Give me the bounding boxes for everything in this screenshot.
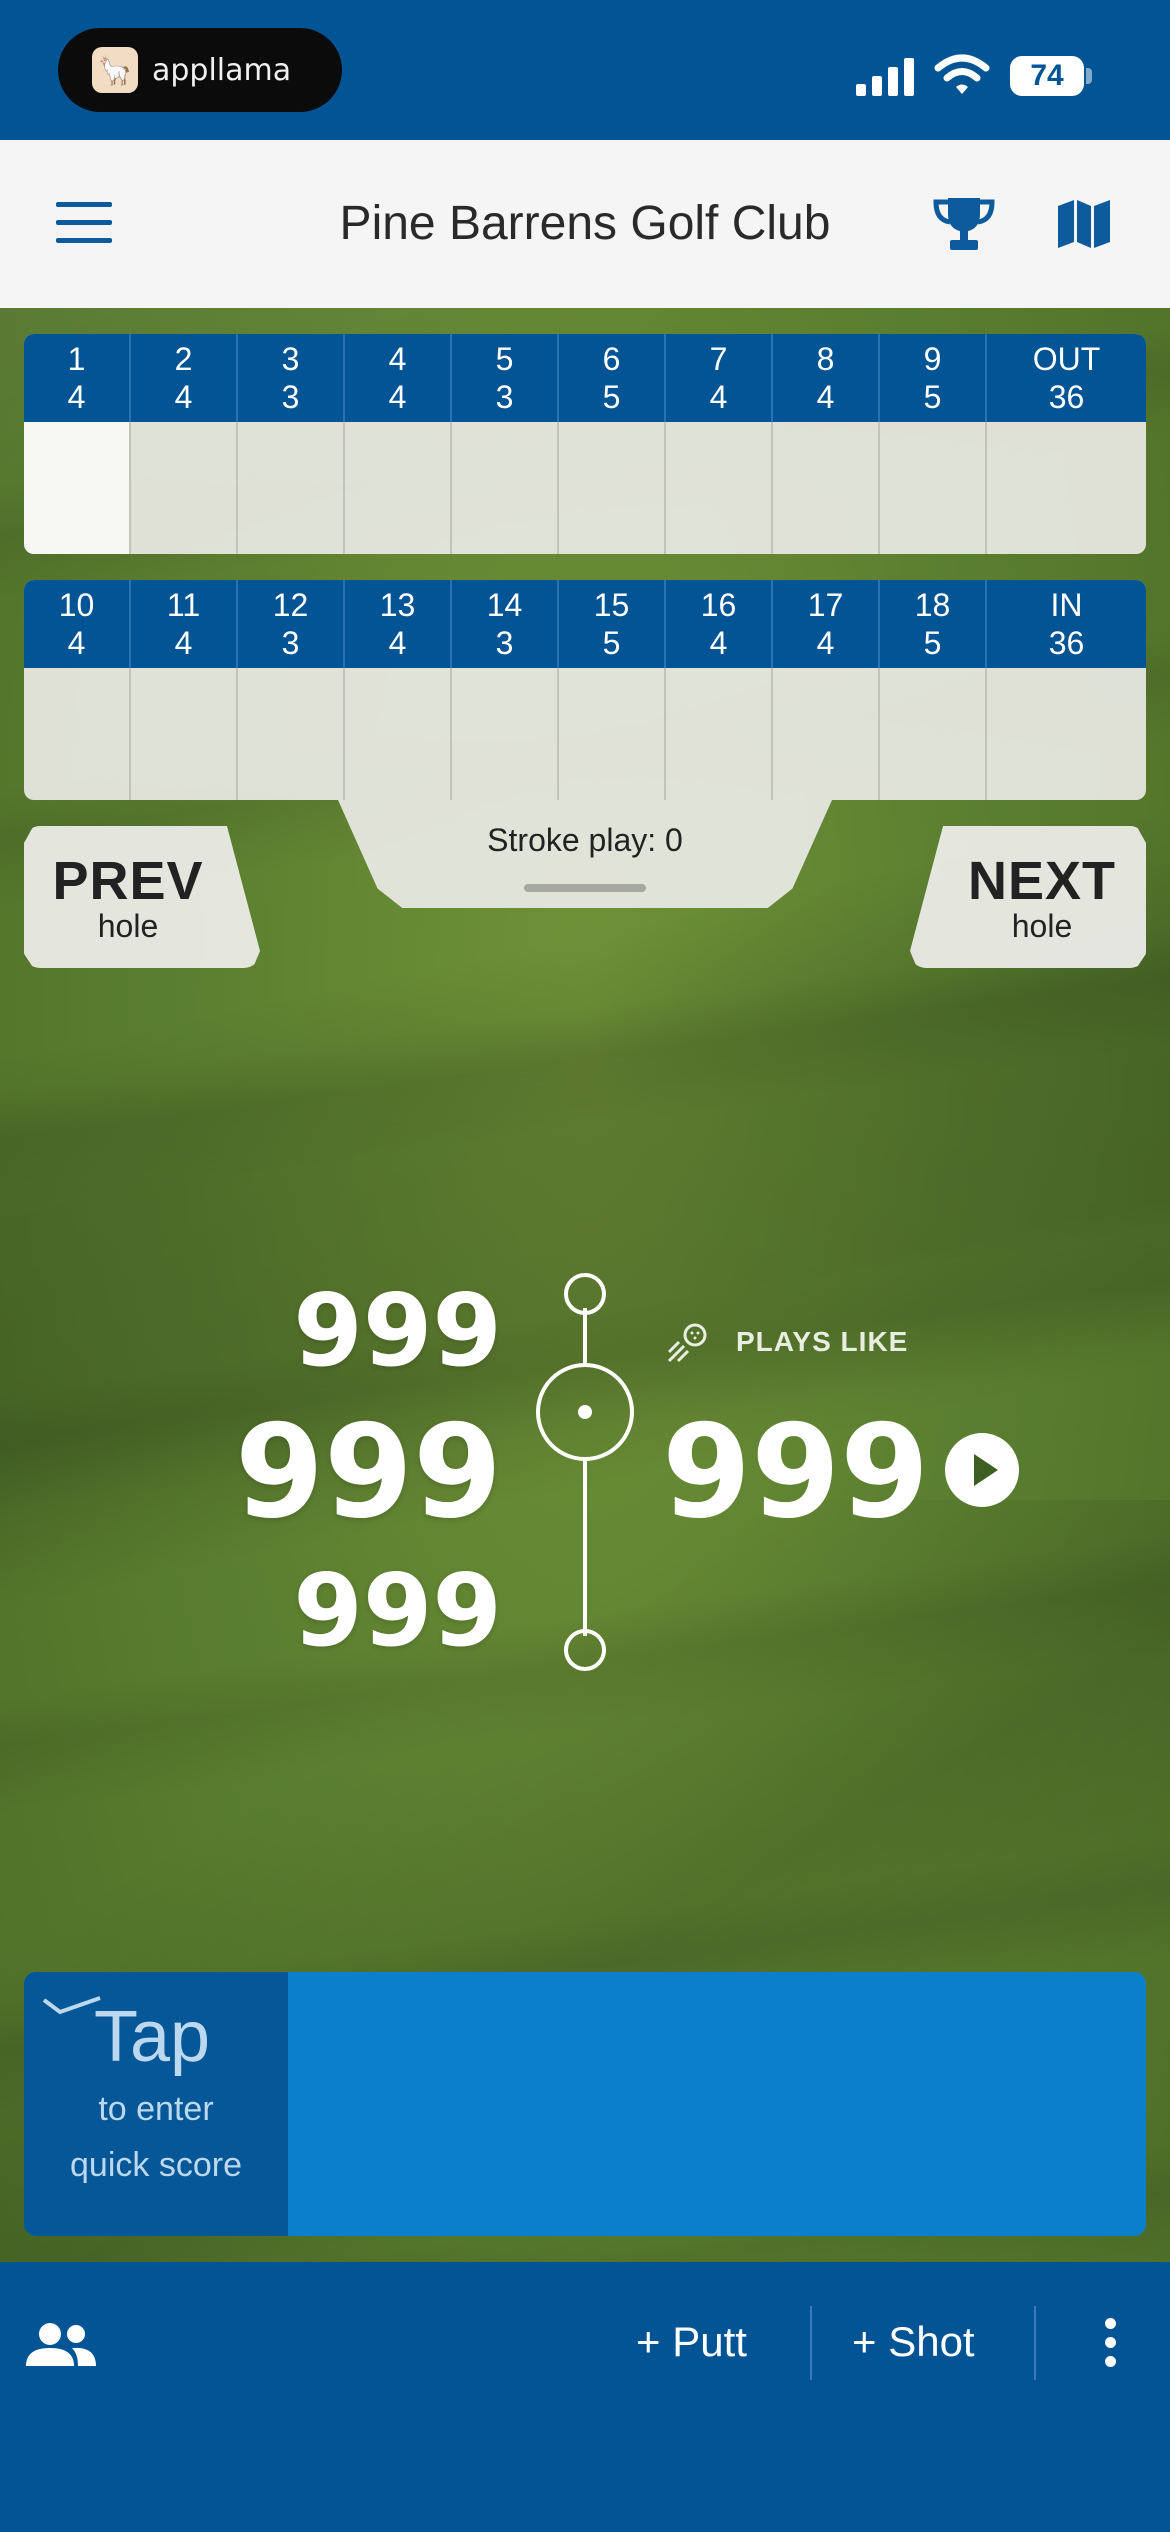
hole-header[interactable]: 10 4 xyxy=(24,580,131,668)
tap-subtitle: to enter xyxy=(98,2090,214,2128)
status-bar: 🦙 appllama 74 xyxy=(0,0,1170,140)
hole-header[interactable]: 24 xyxy=(131,334,238,422)
out-total-header: OUT 36 xyxy=(1032,341,1101,415)
score-cell[interactable] xyxy=(773,422,880,554)
score-cell[interactable] xyxy=(880,422,987,554)
more-vertical-icon[interactable] xyxy=(1100,2318,1120,2372)
map-icon[interactable] xyxy=(1056,198,1112,250)
distance-middle: 999 xyxy=(234,1398,502,1547)
scorecard-back-nine: 10 4 11 4 12 3 13 4 14 3 15 5 16 4 17 4 18 5 IN 36 xyxy=(24,580,1146,800)
green-depth-icon xyxy=(536,1273,634,1671)
scorecard-front-header: 14 24 33 44 53 65 74 84 95 OUT 36 xyxy=(24,334,1146,422)
battery-level: 74 xyxy=(1030,59,1064,92)
score-cell[interactable] xyxy=(452,668,559,800)
hole-header[interactable]: 16 4 xyxy=(666,580,773,668)
battery-indicator: 74 xyxy=(1010,56,1084,96)
bottom-toolbar xyxy=(0,2262,1170,2532)
plays-like-label: PLAYS LIKE xyxy=(736,1326,909,1357)
add-putt-button[interactable]: + Putt xyxy=(636,2318,747,2366)
scorecard-front-scores xyxy=(24,422,1146,554)
score-cell[interactable] xyxy=(345,668,452,800)
golf-shot-icon xyxy=(667,1323,707,1363)
score-cell[interactable] xyxy=(131,668,238,800)
distance-plays-like: 999 xyxy=(662,1398,930,1547)
score-cell[interactable] xyxy=(559,668,666,800)
score-cell[interactable] xyxy=(345,422,452,554)
app-header: Pine Barrens Golf Club xyxy=(0,140,1170,308)
battery-tip xyxy=(1086,68,1092,84)
hole-header[interactable]: 17 4 xyxy=(773,580,880,668)
score-cell[interactable] xyxy=(773,668,880,800)
drag-handle[interactable] xyxy=(524,884,646,892)
out-total-cell xyxy=(987,422,1146,554)
tap-label: Tap xyxy=(94,1997,211,2077)
score-cell[interactable] xyxy=(559,422,666,554)
hole-header[interactable]: 14 3 xyxy=(452,580,559,668)
toolbar-divider xyxy=(810,2306,812,2380)
hole-header[interactable]: 14 xyxy=(24,334,131,422)
hole-header[interactable]: 84 xyxy=(773,334,880,422)
in-total-cell xyxy=(987,668,1146,800)
people-icon[interactable] xyxy=(26,2322,96,2368)
hole-header[interactable]: 33 xyxy=(238,334,345,422)
llama-logo-icon: 🦙 xyxy=(92,47,138,93)
in-total-header: IN 36 xyxy=(1048,587,1085,661)
hole-header[interactable]: 44 xyxy=(345,334,452,422)
signal-icon xyxy=(856,58,914,96)
hole-header[interactable]: 65 xyxy=(559,334,666,422)
play-icon[interactable] xyxy=(944,1432,1020,1508)
distance-back: 999 xyxy=(293,1272,502,1389)
prev-sublabel: hole xyxy=(97,908,159,944)
stroke-play-label: Stroke play: 0 xyxy=(487,822,683,858)
toolbar-divider xyxy=(1034,2306,1036,2380)
hole-header[interactable]: 18 5 xyxy=(880,580,987,668)
next-hole-button[interactable]: NEXT hole xyxy=(910,826,1146,968)
score-cell-current[interactable] xyxy=(24,422,131,554)
score-cell[interactable] xyxy=(880,668,987,800)
trophy-icon[interactable] xyxy=(932,196,996,252)
hole-header[interactable]: 95 xyxy=(880,334,987,422)
hole-header[interactable]: 12 3 xyxy=(238,580,345,668)
app-badge: 🦙 appllama xyxy=(58,28,342,112)
prev-hole-button[interactable]: PREV hole xyxy=(24,826,260,968)
score-cell[interactable] xyxy=(666,422,773,554)
score-cell[interactable] xyxy=(238,668,345,800)
scorecard-front-nine: 14 24 33 44 53 65 74 84 95 OUT 36 xyxy=(24,334,1146,554)
app-badge-label: appllama xyxy=(152,52,292,88)
tap-subtitle: quick score xyxy=(70,2146,242,2184)
check-icon xyxy=(42,1996,101,2015)
next-label: NEXT xyxy=(967,851,1117,911)
hole-header[interactable]: 15 5 xyxy=(559,580,666,668)
prev-label: PREV xyxy=(52,851,204,911)
add-shot-button[interactable]: + Shot xyxy=(852,2318,975,2366)
score-cell[interactable] xyxy=(666,668,773,800)
score-cell[interactable] xyxy=(131,422,238,554)
hole-header[interactable]: 53 xyxy=(452,334,559,422)
score-cell[interactable] xyxy=(24,668,131,800)
scorecard-back-scores xyxy=(24,668,1146,800)
next-sublabel: hole xyxy=(1011,908,1073,944)
scorecard-back-header: 10 4 11 4 12 3 13 4 14 3 15 5 16 4 17 4 18 5 IN 36 xyxy=(24,580,1146,668)
hole-header[interactable]: 11 4 xyxy=(131,580,238,668)
hole-header[interactable]: 74 xyxy=(666,334,773,422)
score-cell[interactable] xyxy=(452,422,559,554)
wifi-icon xyxy=(934,54,990,94)
score-cell[interactable] xyxy=(238,422,345,554)
menu-icon[interactable] xyxy=(56,202,112,246)
hole-header[interactable]: 13 4 xyxy=(345,580,452,668)
distance-front: 999 xyxy=(293,1552,502,1669)
